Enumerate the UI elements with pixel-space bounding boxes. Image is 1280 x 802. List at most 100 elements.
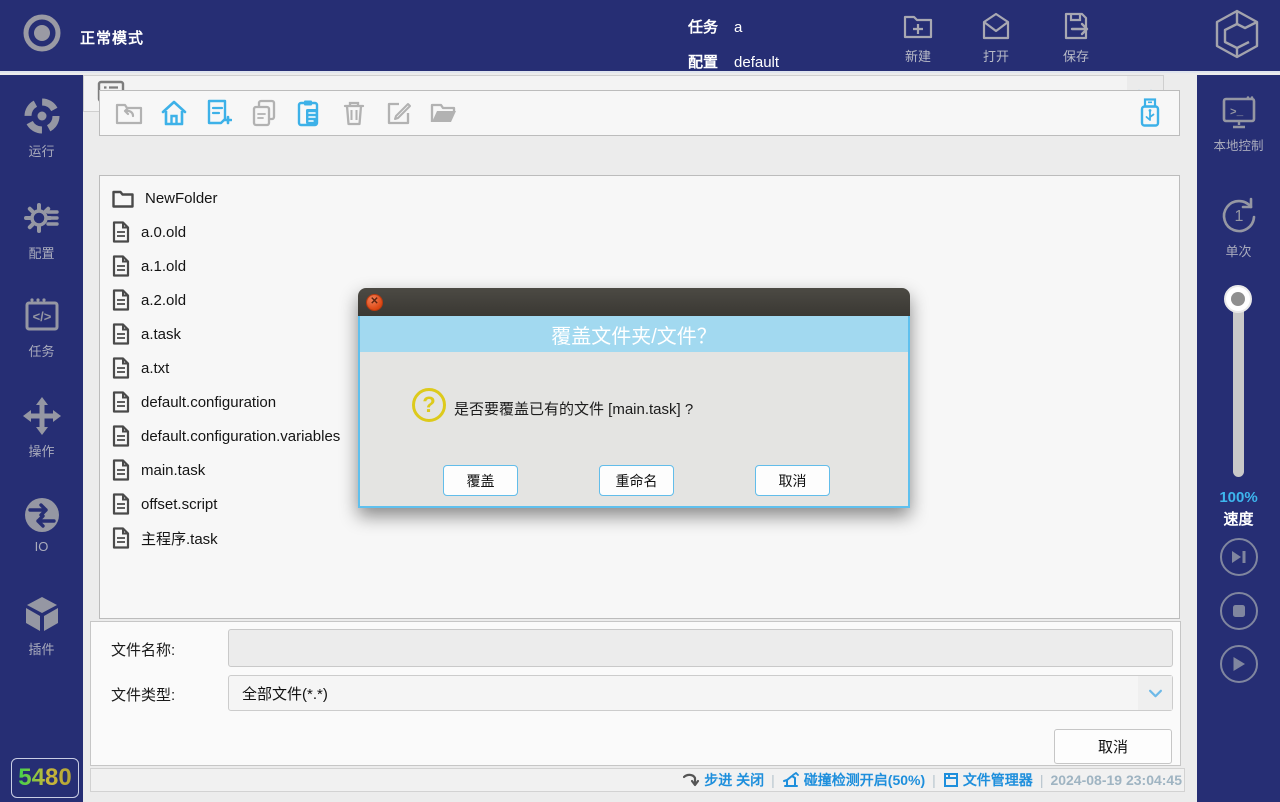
config-value: default (734, 54, 779, 71)
folder-open-icon (430, 101, 458, 125)
file-icon (112, 289, 130, 311)
svg-text:>_: >_ (1230, 107, 1244, 119)
sidebar-item-label: 运行 (0, 141, 83, 160)
speed-slider-track[interactable] (1233, 297, 1244, 477)
delete-button[interactable] (339, 98, 369, 128)
usb-device-button[interactable] (1135, 98, 1165, 128)
counter-value: 5480 (18, 764, 71, 792)
chevron-down-icon (1138, 676, 1172, 710)
file-form: 文件名称: 文件类型: 全部文件(*.*) 取消 (90, 621, 1181, 766)
open-button[interactable]: 打开 (964, 6, 1028, 65)
file-icon (112, 391, 130, 413)
overwrite-button[interactable]: 覆盖 (443, 465, 518, 496)
rename-button[interactable]: 重命名 (599, 465, 674, 496)
file-row[interactable]: a.1.old (100, 249, 1179, 283)
brand-cube-logo (1212, 8, 1262, 60)
filename-input[interactable] (228, 629, 1173, 667)
file-icon (112, 459, 130, 481)
sidebar-item-plugin[interactable]: 插件 (0, 593, 83, 658)
file-name: default.configuration (141, 394, 276, 411)
right-sidebar: >_ 本地控制 1 单次 100% 速度 (1197, 75, 1280, 802)
sidebar-item-label: IO (0, 539, 83, 554)
play-icon (1232, 656, 1246, 672)
sidebar-item-config[interactable]: 配置 (0, 197, 83, 262)
task-value: a (734, 19, 742, 36)
form-cancel-button[interactable]: 取消 (1054, 729, 1172, 764)
stop-icon (1232, 604, 1246, 618)
file-name: NewFolder (145, 190, 218, 207)
statusbar-separator: | (932, 772, 936, 788)
statusbar-separator: | (1040, 772, 1044, 788)
code-window-icon: </> (21, 295, 63, 337)
file-icon (112, 425, 130, 447)
folder-back-icon (115, 101, 143, 125)
home-button[interactable] (159, 98, 189, 128)
sidebar-item-operate[interactable]: 操作 (0, 395, 83, 460)
file-name: offset.script (141, 496, 217, 513)
dialog-cancel-button[interactable]: 取消 (755, 465, 830, 496)
folder-icon (112, 189, 134, 208)
sidebar-item-label: 插件 (0, 639, 83, 658)
file-row[interactable]: NewFolder (100, 181, 1179, 215)
config-label: 配置 (688, 54, 718, 71)
status-bar: 步进 关闭 | 碰撞检测开启(50%) | 文件管理器 | 2024-08-19… (90, 768, 1185, 792)
file-name: default.configuration.variables (141, 428, 340, 445)
file-icon (112, 323, 130, 345)
new-file-button[interactable] (204, 98, 234, 128)
filetype-select[interactable]: 全部文件(*.*) (228, 675, 1173, 711)
file-row[interactable]: 主程序.task (100, 521, 1179, 555)
file-row[interactable]: a.0.old (100, 215, 1179, 249)
file-icon (112, 527, 130, 549)
usb-drive-icon (1139, 98, 1161, 128)
new-button[interactable]: 新建 (886, 6, 950, 65)
dialog-title: 覆盖文件夹/文件？ (358, 316, 910, 352)
collision-robot-icon (782, 772, 800, 789)
single-run-label: 单次 (1197, 241, 1280, 260)
open-button-label: 打开 (964, 46, 1028, 65)
open-mail-icon (978, 8, 1014, 44)
stop-button[interactable] (1220, 592, 1258, 630)
io-circle-icon (22, 495, 62, 535)
play-button[interactable] (1220, 645, 1258, 683)
filetype-value: 全部文件(*.*) (242, 683, 328, 704)
terminal-icon: >_ (1220, 95, 1258, 131)
sidebar-item-io[interactable]: IO (0, 495, 83, 554)
file-icon (112, 493, 130, 515)
new-button-label: 新建 (886, 46, 950, 65)
sidebar-item-label: 操作 (0, 441, 83, 460)
file-toolbar (99, 90, 1180, 136)
step-arrow-icon (683, 773, 700, 788)
dialog-titlebar[interactable]: ✕ (358, 288, 910, 316)
open-folder-button[interactable] (429, 98, 459, 128)
task-label: 任务 (688, 19, 718, 36)
collision-status: 碰撞检测开启(50%) (782, 770, 925, 790)
local-control-label: 本地控制 (1197, 135, 1280, 154)
single-run-toggle[interactable]: 1 单次 (1197, 193, 1280, 260)
folder-plus-icon (900, 8, 936, 44)
sidebar-item-label: 任务 (0, 341, 83, 360)
counter-box: 5480 (11, 758, 79, 798)
copy-button[interactable] (249, 98, 279, 128)
trash-icon (342, 99, 366, 127)
speed-slider-knob[interactable] (1224, 285, 1252, 313)
sidebar-item-local-control[interactable]: >_ 本地控制 (1197, 95, 1280, 154)
task-config-info: 任务 a 配置 default (688, 10, 779, 80)
file-icon (112, 255, 130, 277)
step-forward-button[interactable] (1220, 538, 1258, 576)
file-name: a.0.old (141, 224, 186, 241)
back-button[interactable] (114, 98, 144, 128)
filename-label: 文件名称: (111, 639, 175, 660)
move-arrows-icon (21, 395, 63, 437)
close-icon[interactable]: ✕ (366, 294, 383, 311)
rename-button[interactable] (384, 98, 414, 128)
sidebar-item-label: 配置 (0, 243, 83, 262)
paste-button[interactable] (294, 98, 324, 128)
mode-status-icon (22, 13, 62, 53)
save-button[interactable]: 保存 (1044, 6, 1108, 65)
left-sidebar: 运行 配置 </> 任务 操作 (0, 75, 83, 802)
sidebar-item-task[interactable]: </> 任务 (0, 295, 83, 360)
file-name: a.1.old (141, 258, 186, 275)
file-name: a.txt (141, 360, 169, 377)
dialog-message: 是否要覆盖已有的文件 [main.task] ? (454, 398, 693, 419)
sidebar-item-run[interactable]: 运行 (0, 95, 83, 160)
